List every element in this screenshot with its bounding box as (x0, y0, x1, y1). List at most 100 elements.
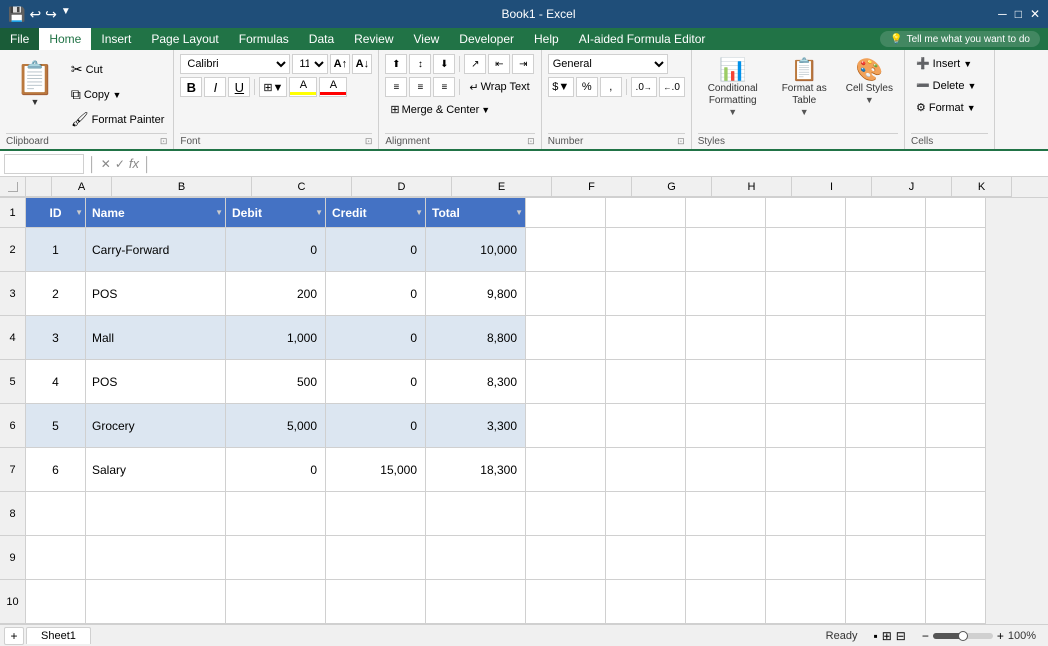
cell-c7[interactable]: 0 (226, 448, 326, 492)
col-header-b[interactable]: B (112, 177, 252, 197)
menu-home[interactable]: Home (39, 28, 91, 50)
row-header-8[interactable]: 8 (0, 492, 26, 536)
cell-f9[interactable] (526, 536, 606, 580)
cell-d5[interactable]: 0 (326, 360, 426, 404)
cell-a4[interactable]: 3 (26, 316, 86, 360)
cell-h5[interactable] (686, 360, 766, 404)
cell-c4[interactable]: 1,000 (226, 316, 326, 360)
cell-f5[interactable] (526, 360, 606, 404)
cell-i9[interactable] (766, 536, 846, 580)
restore-btn[interactable]: □ (1015, 7, 1022, 21)
cell-i5[interactable] (766, 360, 846, 404)
col-header-d[interactable]: D (352, 177, 452, 197)
menu-view[interactable]: View (404, 28, 450, 50)
cell-a5[interactable]: 4 (26, 360, 86, 404)
dropdown-arrow-name[interactable]: ▼ (215, 208, 223, 217)
formula-input[interactable] (156, 157, 1044, 171)
menu-formulas[interactable]: Formulas (229, 28, 299, 50)
col-header-e[interactable]: E (452, 177, 552, 197)
cell-j10[interactable] (846, 580, 926, 624)
cell-c9[interactable] (226, 536, 326, 580)
cell-f8[interactable] (526, 492, 606, 536)
indent-decrease-button[interactable]: ⇤ (488, 54, 510, 74)
cell-b10[interactable] (86, 580, 226, 624)
minimize-btn[interactable]: ─ (998, 7, 1007, 21)
wrap-text-button[interactable]: ↵ Wrap Text (464, 78, 534, 97)
cell-g1[interactable] (606, 198, 686, 228)
cell-b7[interactable]: Salary (86, 448, 226, 492)
cell-g3[interactable] (606, 272, 686, 316)
cell-k8[interactable] (926, 492, 986, 536)
insert-button[interactable]: ➕ Insert ▼ (911, 54, 988, 73)
menu-ai-formula[interactable]: AI-aided Formula Editor (569, 28, 716, 50)
cell-e8[interactable] (426, 492, 526, 536)
row-header-1[interactable]: 1 (0, 198, 26, 228)
cell-a7[interactable]: 6 (26, 448, 86, 492)
save-icon[interactable]: 💾 (8, 6, 25, 23)
cell-e5[interactable]: 8,300 (426, 360, 526, 404)
font-shrink-button[interactable]: A↓ (352, 54, 372, 74)
tell-me-box[interactable]: 💡 Tell me what you want to do (880, 31, 1040, 47)
cell-h8[interactable] (686, 492, 766, 536)
cell-styles-button[interactable]: 🎨 Cell Styles ▼ (841, 54, 898, 110)
cell-e4[interactable]: 8,800 (426, 316, 526, 360)
cell-d3[interactable]: 0 (326, 272, 426, 316)
cell-c5[interactable]: 500 (226, 360, 326, 404)
cell-e2[interactable]: 10,000 (426, 228, 526, 272)
cell-e1[interactable]: Total ▼ (426, 198, 526, 228)
cell-j2[interactable] (846, 228, 926, 272)
cell-k2[interactable] (926, 228, 986, 272)
cell-c8[interactable] (226, 492, 326, 536)
cell-b9[interactable] (86, 536, 226, 580)
new-sheet-button[interactable]: + (4, 627, 24, 645)
cell-d1[interactable]: Credit ▼ (326, 198, 426, 228)
cell-j3[interactable] (846, 272, 926, 316)
cell-a3[interactable]: 2 (26, 272, 86, 316)
cell-f2[interactable] (526, 228, 606, 272)
text-direction-button[interactable]: ↗ (464, 54, 486, 74)
cell-f4[interactable] (526, 316, 606, 360)
dropdown-arrow-total[interactable]: ▼ (515, 208, 523, 217)
cell-h3[interactable] (686, 272, 766, 316)
row-header-3[interactable]: 3 (0, 272, 26, 316)
cell-e3[interactable]: 9,800 (426, 272, 526, 316)
cell-g8[interactable] (606, 492, 686, 536)
cell-d8[interactable] (326, 492, 426, 536)
cell-g4[interactable] (606, 316, 686, 360)
italic-button[interactable]: I (204, 77, 226, 97)
col-header-g[interactable]: G (632, 177, 712, 197)
cell-f6[interactable] (526, 404, 606, 448)
cell-g9[interactable] (606, 536, 686, 580)
cell-b2[interactable]: Carry-Forward (86, 228, 226, 272)
cell-i3[interactable] (766, 272, 846, 316)
cell-i6[interactable] (766, 404, 846, 448)
cell-k1[interactable] (926, 198, 986, 228)
confirm-icon[interactable]: ✓ (115, 157, 125, 171)
font-expand[interactable]: ⊡ (365, 136, 373, 147)
cell-e6[interactable]: 3,300 (426, 404, 526, 448)
underline-button[interactable]: U (228, 77, 250, 97)
paste-button[interactable]: 📋 ▼ (6, 54, 64, 112)
align-top-button[interactable]: ⬆ (385, 54, 407, 74)
cell-h2[interactable] (686, 228, 766, 272)
fill-color-button[interactable]: A (289, 77, 317, 97)
cell-k9[interactable] (926, 536, 986, 580)
col-header-i[interactable]: I (792, 177, 872, 197)
col-header-a[interactable]: A (52, 177, 112, 197)
cell-f7[interactable] (526, 448, 606, 492)
cell-b8[interactable] (86, 492, 226, 536)
row-header-7[interactable]: 7 (0, 448, 26, 492)
merge-center-button[interactable]: ⊞ Merge & Center ▼ (385, 100, 534, 119)
row-header-10[interactable]: 10 (0, 580, 26, 624)
cell-j4[interactable] (846, 316, 926, 360)
cell-b5[interactable]: POS (86, 360, 226, 404)
cell-i8[interactable] (766, 492, 846, 536)
cell-a6[interactable]: 5 (26, 404, 86, 448)
cell-k4[interactable] (926, 316, 986, 360)
font-size-select[interactable]: 11 (292, 54, 328, 74)
function-icon[interactable]: fx (129, 156, 139, 171)
row-header-2[interactable]: 2 (0, 228, 26, 272)
menu-help[interactable]: Help (524, 28, 569, 50)
cell-c1[interactable]: Debit ▼ (226, 198, 326, 228)
number-expand[interactable]: ⊡ (677, 136, 685, 147)
